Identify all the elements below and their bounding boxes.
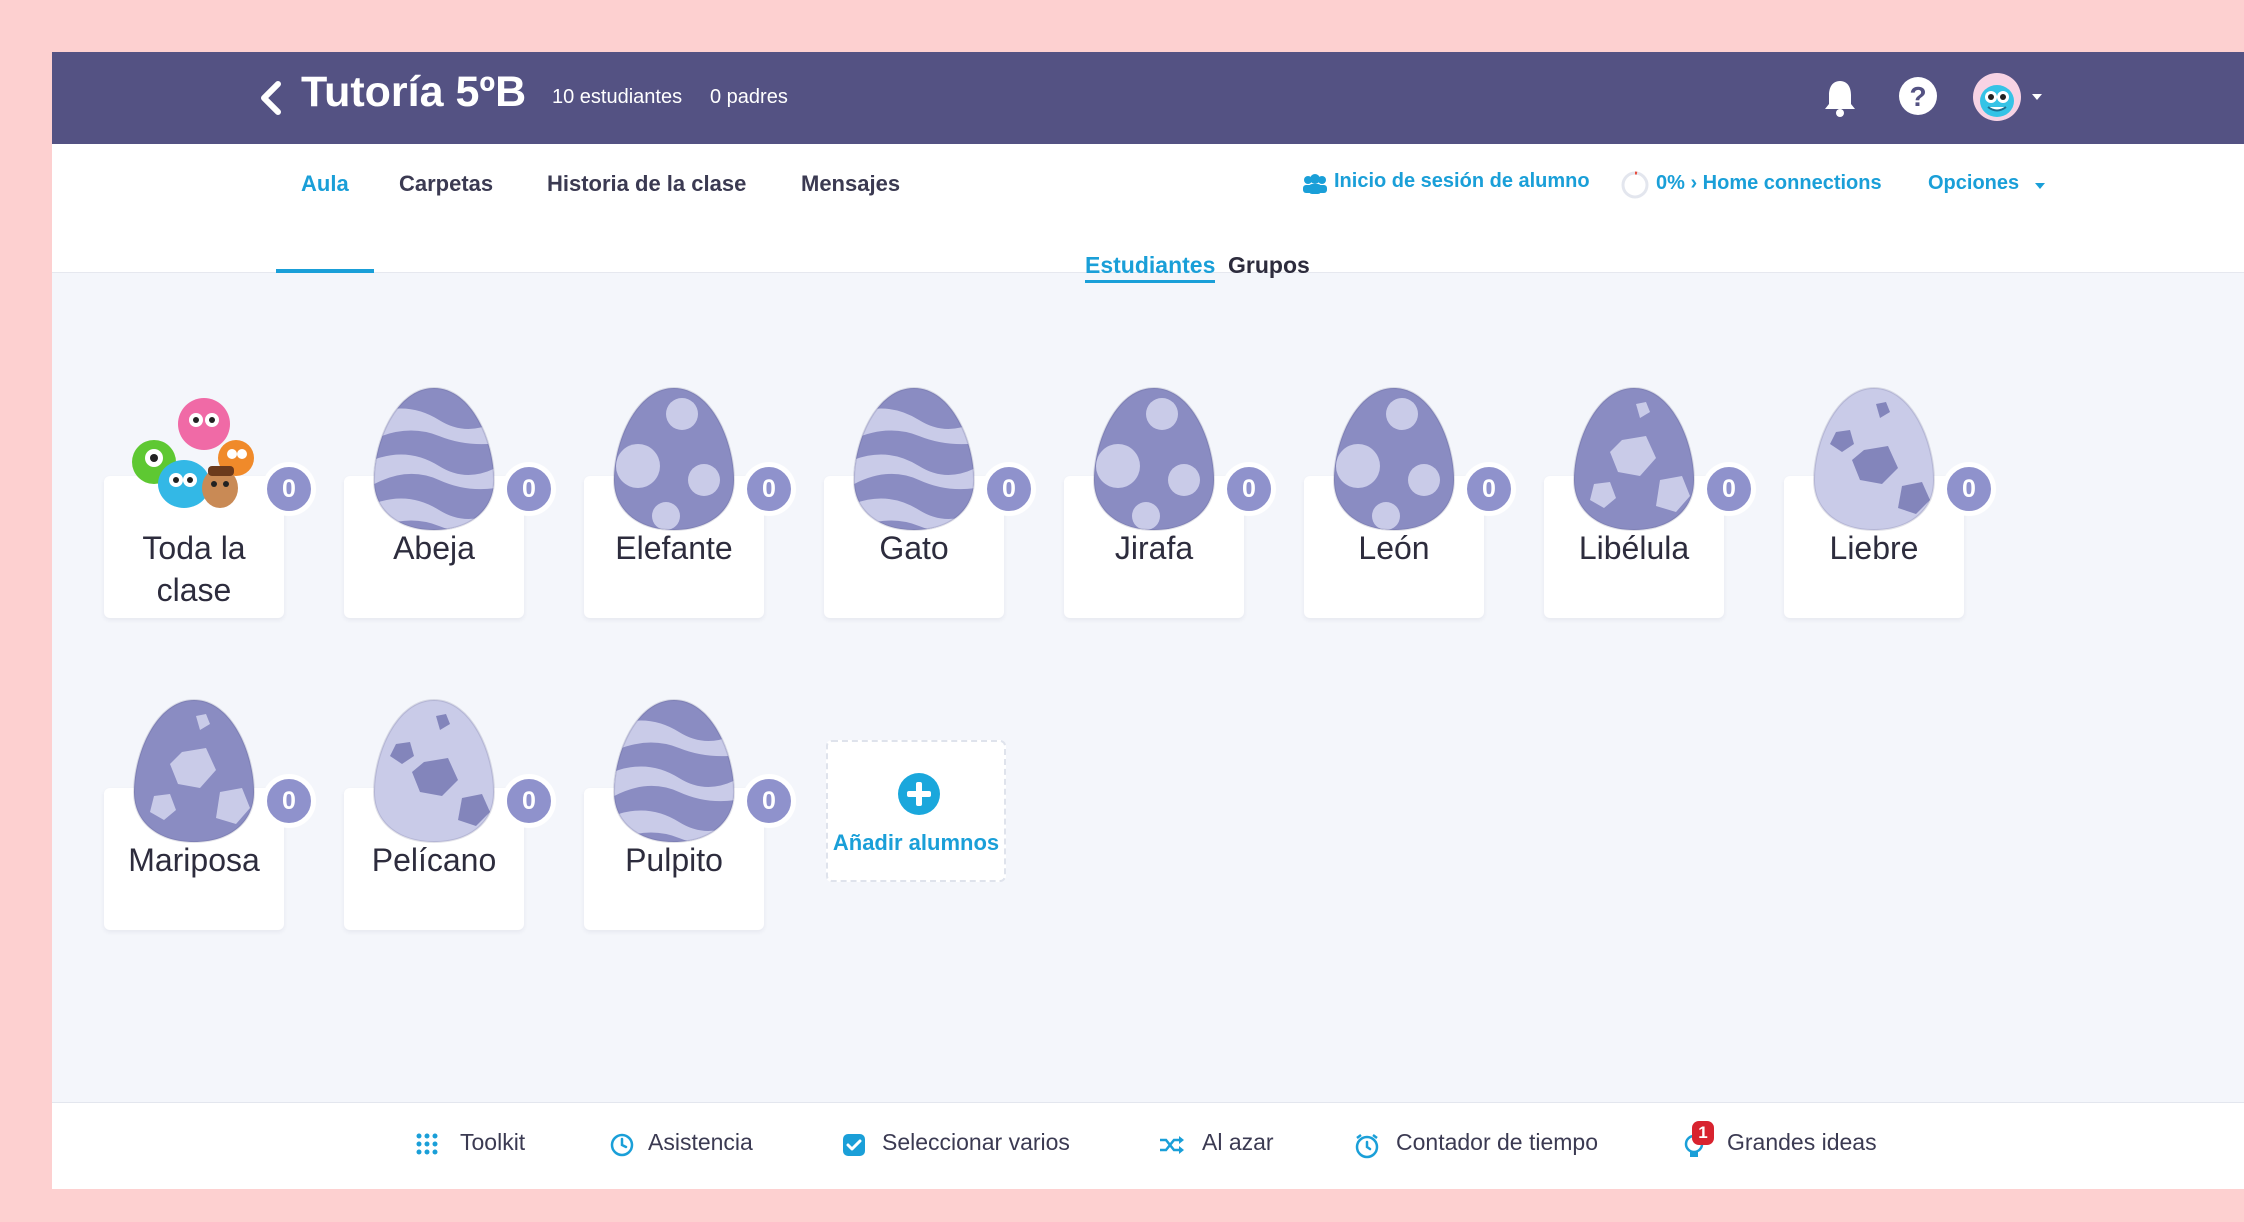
points-badge: 0 <box>1942 462 1996 516</box>
students-count[interactable]: 10 estudiantes <box>552 86 682 109</box>
student-name: Gato <box>879 530 949 566</box>
egg-avatar[interactable] <box>364 692 504 844</box>
student-name: Abeja <box>393 530 475 566</box>
options-menu[interactable]: Opciones <box>1928 170 2058 200</box>
tab-historia[interactable]: Historia de la clase <box>547 171 746 197</box>
big-ideas-badge: 1 <box>1692 1121 1714 1145</box>
student-name: Libélula <box>1578 530 1690 566</box>
points-badge: 0 <box>742 462 796 516</box>
attendance-label: Asistencia <box>648 1129 753 1155</box>
egg-avatar[interactable] <box>1804 380 1944 532</box>
avatar <box>1973 73 2021 121</box>
points-badge: 0 <box>262 462 316 516</box>
alarm-clock-icon <box>1355 1134 1379 1159</box>
class-title: Tutoría 5ºB <box>301 68 527 116</box>
big-ideas-button[interactable]: 1 Grandes ideas <box>1680 1103 1900 1189</box>
egg-avatar[interactable] <box>844 380 984 532</box>
timer-label: Contador de tiempo <box>1396 1129 1599 1155</box>
random-button[interactable]: Al azar <box>1158 1103 1288 1189</box>
profile-menu[interactable] <box>1972 72 2052 124</box>
header-bar: Tutoría 5ºB 10 estudiantes 0 padres ? <box>52 52 2244 144</box>
progress-ring-icon <box>1621 171 1649 199</box>
random-label: Al azar <box>1202 1129 1274 1155</box>
tab-aula[interactable]: Aula <box>301 171 349 197</box>
timer-button[interactable]: Contador de tiempo <box>1354 1103 1624 1189</box>
students-group-icon <box>1303 174 1327 194</box>
student-name: Jirafa <box>1114 530 1194 566</box>
back-arrow-icon[interactable] <box>252 76 288 120</box>
class-monsters-avatar[interactable] <box>124 380 264 530</box>
checkbox-icon <box>843 1134 865 1156</box>
student-name: Pelícano <box>371 842 497 878</box>
options-label: Opciones <box>1928 172 2020 194</box>
points-badge: 0 <box>982 462 1036 516</box>
student-login-label: Inicio de sesión de alumno <box>1334 170 1590 192</box>
points-badge: 0 <box>1222 462 1276 516</box>
home-connections-link[interactable]: 0% › Home connections <box>1620 168 1910 202</box>
toolkit-button[interactable]: Toolkit <box>416 1103 546 1189</box>
bottom-toolbar: Toolkit Asistencia Seleccionar varios Al… <box>52 1102 2244 1189</box>
toolkit-label: Toolkit <box>460 1129 526 1155</box>
egg-avatar[interactable] <box>604 380 744 532</box>
add-students-button[interactable]: Añadir alumnos <box>826 740 1006 882</box>
select-multiple-label: Seleccionar varios <box>882 1129 1070 1155</box>
toggle-students[interactable]: Estudiantes <box>1085 252 1216 283</box>
shuffle-icon <box>1160 1136 1184 1154</box>
whole-class-name-line1: Toda la <box>142 530 246 566</box>
active-tab-indicator <box>276 269 374 273</box>
egg-avatar[interactable] <box>1324 380 1464 532</box>
svg-text:?: ? <box>1909 81 1926 112</box>
grid-dots-icon <box>416 1133 438 1155</box>
toggle-groups[interactable]: Grupos <box>1228 252 1310 279</box>
student-name: Mariposa <box>128 842 260 878</box>
tab-mensajes[interactable]: Mensajes <box>801 171 900 197</box>
plus-circle-icon <box>898 773 940 815</box>
points-badge: 0 <box>742 774 796 828</box>
select-multiple-button[interactable]: Seleccionar varios <box>842 1103 1092 1189</box>
bell-icon[interactable] <box>1822 78 1858 118</box>
tab-carpetas[interactable]: Carpetas <box>399 171 493 197</box>
parents-count[interactable]: 0 padres <box>710 86 788 109</box>
add-students-label: Añadir alumnos <box>832 830 1000 855</box>
help-icon[interactable]: ? <box>1898 76 1938 116</box>
whole-class-name-line2: clase <box>156 572 232 608</box>
chevron-down-icon <box>2032 94 2042 100</box>
student-name: Pulpito <box>625 842 723 878</box>
points-badge: 0 <box>502 462 556 516</box>
student-name: Liebre <box>1829 530 1919 566</box>
points-badge: 0 <box>262 774 316 828</box>
points-badge: 0 <box>1462 462 1516 516</box>
points-badge: 0 <box>502 774 556 828</box>
chevron-down-icon <box>2035 183 2045 189</box>
egg-avatar[interactable] <box>604 692 744 844</box>
points-badge: 0 <box>1702 462 1756 516</box>
attendance-button[interactable]: Asistencia <box>610 1103 770 1189</box>
student-name: León <box>1358 530 1430 566</box>
big-ideas-label: Grandes ideas <box>1727 1129 1877 1155</box>
toggle-students-label: Estudiantes <box>1085 252 1216 283</box>
egg-avatar[interactable] <box>1564 380 1704 532</box>
egg-avatar[interactable] <box>124 692 264 844</box>
egg-avatar[interactable] <box>1084 380 1224 532</box>
student-name: Elefante <box>615 530 733 566</box>
student-login-link[interactable]: Inicio de sesión de alumno <box>1300 170 1600 200</box>
egg-avatar[interactable] <box>364 380 504 532</box>
home-connections-label: 0% › Home connections <box>1656 172 1882 194</box>
clock-icon <box>610 1133 634 1157</box>
app-window: Tutoría 5ºB 10 estudiantes 0 padres ? Au… <box>52 52 2244 1189</box>
